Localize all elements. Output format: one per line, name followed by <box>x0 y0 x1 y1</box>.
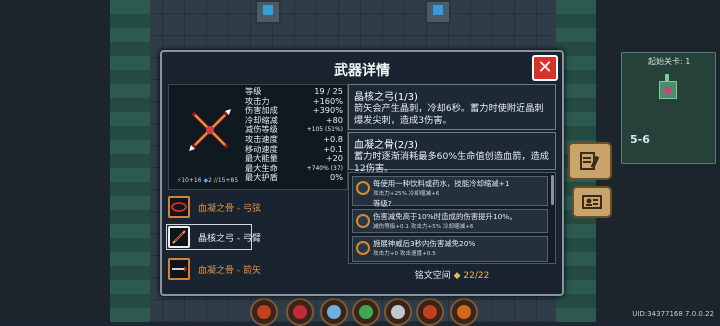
inscription-space: 铭文空间 ◆ 22/22 <box>348 268 556 281</box>
user-id-version: UID:34377168 7.0.0.22 <box>632 310 714 318</box>
shield-icon <box>356 214 370 228</box>
equip-label: 晶核之弓 - 弓臂 <box>198 234 261 244</box>
arrow-icon <box>168 258 190 280</box>
panel-title: 武器详情 <box>334 63 390 79</box>
inscription-scrollbar[interactable] <box>551 175 554 205</box>
notes-button[interactable] <box>568 142 612 180</box>
close-button[interactable]: ✕ <box>532 55 558 81</box>
weapon-detail-panel: 武器详情 ✕ 等级 19 / 25 攻击力 +160% 伤害加成 +390% 冷却缩减… <box>160 50 564 296</box>
minimap-player-marker <box>665 87 671 93</box>
inscription-count: ◆ 22/22 <box>453 271 490 281</box>
inscription-text: 施展神威后3秒内伤害减免20% 攻击力+0 攻击速度+0.5 <box>373 239 476 257</box>
set-title: 血凝之骨(2/3) <box>354 140 418 151</box>
background-left <box>0 0 110 322</box>
skill-icon <box>356 241 370 255</box>
equip-label: 血凝之骨 - 弓弦 <box>198 204 261 214</box>
torch-pillar <box>255 0 281 24</box>
potion-icon <box>356 181 370 195</box>
set-title: 晶核之弓(1/3) <box>354 92 418 103</box>
level-indicator: 5-6 <box>630 133 650 146</box>
set-description-blood-bone: 血凝之骨(2/3) 蓄力时逐渐消耗最多60%生命值创造血箭，造成12伤害。 <box>348 132 556 174</box>
inscription-item[interactable]: 伤害减免高于10%时造成的伤害提升10%。 减伤等级+0.1 攻击力+5% 冷却… <box>352 209 548 233</box>
weapon-stats: 等级 19 / 25 攻击力 +160% 伤害加成 +390% 冷却缩减 +80 减伤等… <box>245 86 343 183</box>
dungeon-wall-left <box>110 0 150 322</box>
weapon-preview: 等级 19 / 25 攻击力 +160% 伤害加成 +390% 冷却缩减 +80 减伤等… <box>168 84 348 190</box>
close-x-icon: ✕ <box>537 57 553 78</box>
equip-label: 血凝之骨 - 箭矢 <box>198 266 261 276</box>
torch-pillar <box>425 0 451 24</box>
minimap[interactable]: 起始关卡: 1 5-6 <box>621 52 716 164</box>
id-card-icon <box>582 195 602 209</box>
inscription-item[interactable]: 施展神威后3秒内伤害减免20% 攻击力+0 攻击速度+0.5 <box>352 236 548 262</box>
notepad-pencil-icon <box>580 152 600 170</box>
equip-slot-arrow[interactable]: 血凝之骨 - 箭矢 <box>168 258 346 280</box>
equip-slot-bowstring[interactable]: 血凝之骨 - 弓弦 <box>168 196 346 218</box>
set-description-crystal-bow: 晶核之弓(1/3) 箭矢会产生晶刺，冷却6秒。蓄力时使附近晶刺爆发尖刺，造成3伤… <box>348 84 556 130</box>
inscription-text: 伤害减免高于10%时造成的伤害提升10%。 减伤等级+0.1 攻击力+5% 冷却… <box>373 212 517 230</box>
inscription-text: 每使用一种饮料或药水，技能冷却缩减+1 攻击力+25% 冷却缩减+6 等级? <box>373 179 510 208</box>
profile-card-button[interactable] <box>572 186 612 218</box>
mini-stats: ⚡10+16 ◆2 //15+85 <box>177 177 239 184</box>
minimap-title: 起始关卡: 1 <box>648 57 691 66</box>
crossed-bows-icon <box>189 109 231 151</box>
set-body: 箭矢会产生晶刺，冷却6秒。蓄力时使附近晶刺爆发尖刺，造成3伤害。 <box>354 103 544 126</box>
inscription-space-label: 铭文空间 <box>414 271 451 281</box>
bowstring-icon <box>168 196 190 218</box>
bow-limb-icon <box>168 226 190 248</box>
inscription-list[interactable]: 每使用一种饮料或药水，技能冷却缩减+1 攻击力+25% 冷却缩减+6 等级? 伤… <box>348 172 556 264</box>
equip-slot-bow-limb[interactable]: 晶核之弓 - 弓臂 <box>166 224 346 250</box>
inscription-item[interactable]: 每使用一种饮料或药水，技能冷却缩减+1 攻击力+25% 冷却缩减+6 等级? <box>352 176 548 208</box>
stat-row: 最大护盾 0% <box>245 172 343 183</box>
